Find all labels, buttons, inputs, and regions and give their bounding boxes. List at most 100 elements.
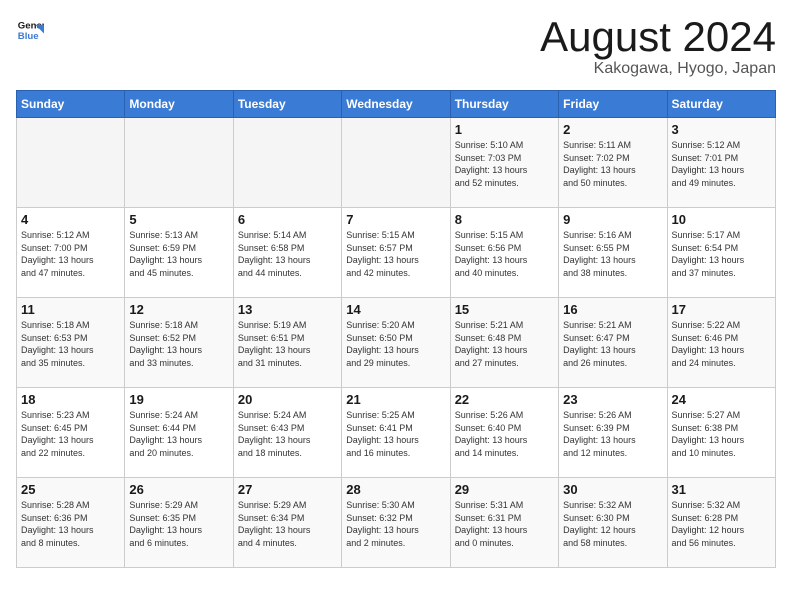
day-info: Sunrise: 5:25 AM Sunset: 6:41 PM Dayligh… xyxy=(346,409,445,459)
day-number: 13 xyxy=(238,302,337,317)
day-number: 2 xyxy=(563,122,662,137)
weekday-header-row: SundayMondayTuesdayWednesdayThursdayFrid… xyxy=(17,91,776,118)
day-info: Sunrise: 5:14 AM Sunset: 6:58 PM Dayligh… xyxy=(238,229,337,279)
logo-icon: General Blue xyxy=(16,16,44,44)
calendar-cell: 22 Sunrise: 5:26 AM Sunset: 6:40 PM Dayli… xyxy=(450,388,558,478)
day-number: 22 xyxy=(455,392,554,407)
weekday-header-saturday: Saturday xyxy=(667,91,775,118)
calendar-cell: 21 Sunrise: 5:25 AM Sunset: 6:41 PM Dayli… xyxy=(342,388,450,478)
day-info: Sunrise: 5:28 AM Sunset: 6:36 PM Dayligh… xyxy=(21,499,120,549)
calendar-cell xyxy=(17,118,125,208)
calendar-cell: 17 Sunrise: 5:22 AM Sunset: 6:46 PM Dayli… xyxy=(667,298,775,388)
day-info: Sunrise: 5:27 AM Sunset: 6:38 PM Dayligh… xyxy=(672,409,771,459)
day-number: 1 xyxy=(455,122,554,137)
calendar-cell: 4 Sunrise: 5:12 AM Sunset: 7:00 PM Daylig… xyxy=(17,208,125,298)
day-info: Sunrise: 5:17 AM Sunset: 6:54 PM Dayligh… xyxy=(672,229,771,279)
weekday-header-tuesday: Tuesday xyxy=(233,91,341,118)
calendar-cell: 14 Sunrise: 5:20 AM Sunset: 6:50 PM Dayli… xyxy=(342,298,450,388)
day-info: Sunrise: 5:11 AM Sunset: 7:02 PM Dayligh… xyxy=(563,139,662,189)
day-info: Sunrise: 5:20 AM Sunset: 6:50 PM Dayligh… xyxy=(346,319,445,369)
day-number: 11 xyxy=(21,302,120,317)
calendar-cell: 30 Sunrise: 5:32 AM Sunset: 6:30 PM Dayli… xyxy=(559,478,667,568)
day-number: 29 xyxy=(455,482,554,497)
title-block: August 2024 Kakogawa, Hyogo, Japan xyxy=(540,16,776,78)
day-info: Sunrise: 5:32 AM Sunset: 6:28 PM Dayligh… xyxy=(672,499,771,549)
calendar-cell: 9Sunrise: 5:16 AM Sunset: 6:55 PM Daylig… xyxy=(559,208,667,298)
day-number: 28 xyxy=(346,482,445,497)
day-number: 10 xyxy=(672,212,771,227)
calendar-cell: 8 Sunrise: 5:15 AM Sunset: 6:56 PM Daylig… xyxy=(450,208,558,298)
calendar-cell: 16Sunrise: 5:21 AM Sunset: 6:47 PM Dayli… xyxy=(559,298,667,388)
day-info: Sunrise: 5:24 AM Sunset: 6:43 PM Dayligh… xyxy=(238,409,337,459)
day-number: 17 xyxy=(672,302,771,317)
calendar-cell: 27 Sunrise: 5:29 AM Sunset: 6:34 PM Dayli… xyxy=(233,478,341,568)
calendar-cell: 15Sunrise: 5:21 AM Sunset: 6:48 PM Dayli… xyxy=(450,298,558,388)
day-info: Sunrise: 5:26 AM Sunset: 6:40 PM Dayligh… xyxy=(455,409,554,459)
calendar-cell xyxy=(342,118,450,208)
day-info: Sunrise: 5:24 AM Sunset: 6:44 PM Dayligh… xyxy=(129,409,228,459)
day-info: Sunrise: 5:12 AM Sunset: 7:01 PM Dayligh… xyxy=(672,139,771,189)
day-number: 26 xyxy=(129,482,228,497)
day-info: Sunrise: 5:12 AM Sunset: 7:00 PM Dayligh… xyxy=(21,229,120,279)
calendar-cell: 23Sunrise: 5:26 AM Sunset: 6:39 PM Dayli… xyxy=(559,388,667,478)
day-number: 24 xyxy=(672,392,771,407)
calendar-cell: 3 Sunrise: 5:12 AM Sunset: 7:01 PM Daylig… xyxy=(667,118,775,208)
day-number: 12 xyxy=(129,302,228,317)
week-row-4: 18Sunrise: 5:23 AM Sunset: 6:45 PM Dayli… xyxy=(17,388,776,478)
day-info: Sunrise: 5:18 AM Sunset: 6:52 PM Dayligh… xyxy=(129,319,228,369)
day-number: 30 xyxy=(563,482,662,497)
day-info: Sunrise: 5:15 AM Sunset: 6:56 PM Dayligh… xyxy=(455,229,554,279)
calendar-cell: 28 Sunrise: 5:30 AM Sunset: 6:32 PM Dayli… xyxy=(342,478,450,568)
calendar-table: SundayMondayTuesdayWednesdayThursdayFrid… xyxy=(16,90,776,568)
day-number: 3 xyxy=(672,122,771,137)
week-row-2: 4 Sunrise: 5:12 AM Sunset: 7:00 PM Daylig… xyxy=(17,208,776,298)
calendar-cell: 19 Sunrise: 5:24 AM Sunset: 6:44 PM Dayli… xyxy=(125,388,233,478)
week-row-1: 1 Sunrise: 5:10 AM Sunset: 7:03 PM Daylig… xyxy=(17,118,776,208)
day-number: 15 xyxy=(455,302,554,317)
calendar-cell: 1 Sunrise: 5:10 AM Sunset: 7:03 PM Daylig… xyxy=(450,118,558,208)
day-info: Sunrise: 5:13 AM Sunset: 6:59 PM Dayligh… xyxy=(129,229,228,279)
day-number: 6 xyxy=(238,212,337,227)
calendar-cell: 12 Sunrise: 5:18 AM Sunset: 6:52 PM Dayli… xyxy=(125,298,233,388)
week-row-3: 11 Sunrise: 5:18 AM Sunset: 6:53 PM Dayli… xyxy=(17,298,776,388)
day-number: 20 xyxy=(238,392,337,407)
calendar-cell: 10 Sunrise: 5:17 AM Sunset: 6:54 PM Dayli… xyxy=(667,208,775,298)
calendar-cell: 7 Sunrise: 5:15 AM Sunset: 6:57 PM Daylig… xyxy=(342,208,450,298)
calendar-cell: 18Sunrise: 5:23 AM Sunset: 6:45 PM Dayli… xyxy=(17,388,125,478)
calendar-cell xyxy=(125,118,233,208)
day-info: Sunrise: 5:31 AM Sunset: 6:31 PM Dayligh… xyxy=(455,499,554,549)
month-title: August 2024 xyxy=(540,16,776,58)
day-info: Sunrise: 5:26 AM Sunset: 6:39 PM Dayligh… xyxy=(563,409,662,459)
day-info: Sunrise: 5:21 AM Sunset: 6:47 PM Dayligh… xyxy=(563,319,662,369)
day-number: 14 xyxy=(346,302,445,317)
calendar-cell xyxy=(233,118,341,208)
day-info: Sunrise: 5:18 AM Sunset: 6:53 PM Dayligh… xyxy=(21,319,120,369)
calendar-cell: 24 Sunrise: 5:27 AM Sunset: 6:38 PM Dayli… xyxy=(667,388,775,478)
day-info: Sunrise: 5:22 AM Sunset: 6:46 PM Dayligh… xyxy=(672,319,771,369)
weekday-header-monday: Monday xyxy=(125,91,233,118)
day-number: 21 xyxy=(346,392,445,407)
svg-text:Blue: Blue xyxy=(18,31,39,42)
day-number: 7 xyxy=(346,212,445,227)
day-info: Sunrise: 5:29 AM Sunset: 6:34 PM Dayligh… xyxy=(238,499,337,549)
day-info: Sunrise: 5:30 AM Sunset: 6:32 PM Dayligh… xyxy=(346,499,445,549)
calendar-cell: 31Sunrise: 5:32 AM Sunset: 6:28 PM Dayli… xyxy=(667,478,775,568)
calendar-cell: 11 Sunrise: 5:18 AM Sunset: 6:53 PM Dayli… xyxy=(17,298,125,388)
calendar-cell: 6 Sunrise: 5:14 AM Sunset: 6:58 PM Daylig… xyxy=(233,208,341,298)
page-header: General Blue August 2024 Kakogawa, Hyogo… xyxy=(16,16,776,78)
calendar-cell: 2 Sunrise: 5:11 AM Sunset: 7:02 PM Daylig… xyxy=(559,118,667,208)
day-info: Sunrise: 5:15 AM Sunset: 6:57 PM Dayligh… xyxy=(346,229,445,279)
day-number: 8 xyxy=(455,212,554,227)
day-number: 5 xyxy=(129,212,228,227)
day-number: 19 xyxy=(129,392,228,407)
day-number: 25 xyxy=(21,482,120,497)
logo: General Blue xyxy=(16,16,44,44)
day-info: Sunrise: 5:16 AM Sunset: 6:55 PM Dayligh… xyxy=(563,229,662,279)
day-info: Sunrise: 5:32 AM Sunset: 6:30 PM Dayligh… xyxy=(563,499,662,549)
day-info: Sunrise: 5:29 AM Sunset: 6:35 PM Dayligh… xyxy=(129,499,228,549)
calendar-cell: 25 Sunrise: 5:28 AM Sunset: 6:36 PM Dayli… xyxy=(17,478,125,568)
day-number: 4 xyxy=(21,212,120,227)
day-number: 27 xyxy=(238,482,337,497)
calendar-cell: 5 Sunrise: 5:13 AM Sunset: 6:59 PM Daylig… xyxy=(125,208,233,298)
day-info: Sunrise: 5:10 AM Sunset: 7:03 PM Dayligh… xyxy=(455,139,554,189)
